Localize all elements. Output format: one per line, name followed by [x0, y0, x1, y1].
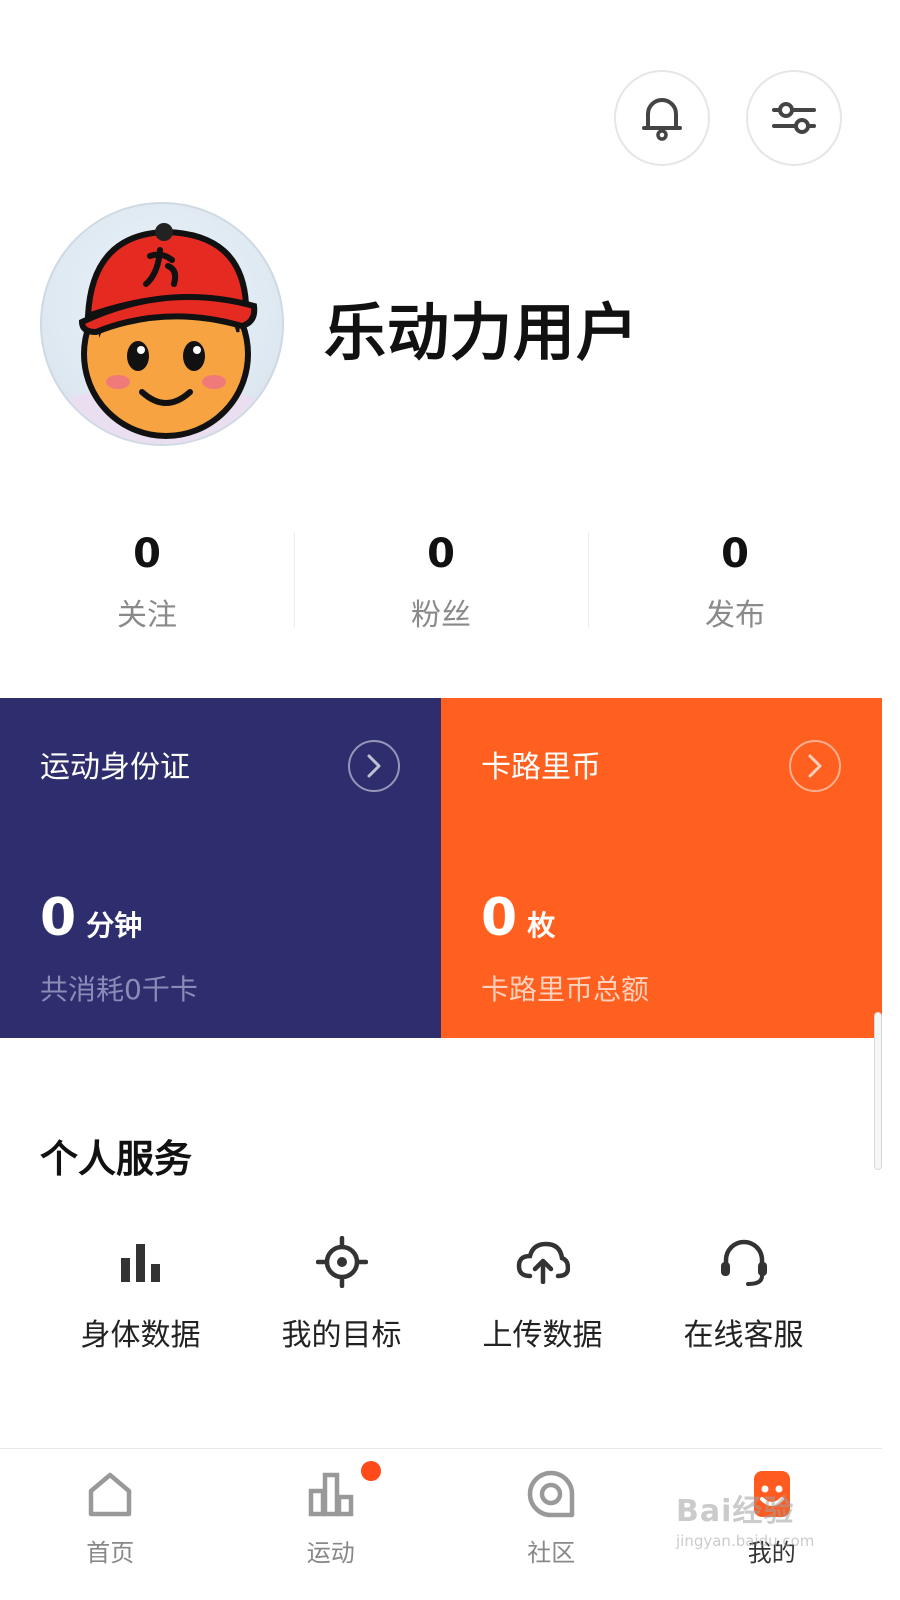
- stat-label: 粉丝: [411, 598, 471, 633]
- home-icon: [89, 1472, 132, 1517]
- nav-sport[interactable]: 运动: [221, 1449, 442, 1600]
- stat-label: 发布: [705, 598, 765, 633]
- headset-icon: [720, 1239, 767, 1286]
- card-value: 0: [40, 888, 77, 948]
- bar-chart-icon: [120, 1244, 160, 1282]
- card-value: 0: [481, 888, 518, 948]
- summary-cards: 运动身份证 0 分钟 共消耗0千卡 卡路里币 0 枚 卡路里币总额: [0, 698, 882, 1038]
- profile-page: 乐动力用户 0 关注 0 粉丝 0 发布 运动身份证 0 分钟 共消耗0千卡 卡…: [0, 0, 900, 1600]
- stat-value: 0: [133, 531, 161, 577]
- card-unit: 分钟: [86, 909, 143, 942]
- nav-profile[interactable]: 我的: [662, 1449, 883, 1600]
- service-label: 我的目标: [281, 1318, 402, 1353]
- service-online-support[interactable]: 在线客服: [643, 1232, 844, 1354]
- sport-chart-icon: [308, 1472, 353, 1517]
- stat-following[interactable]: 0 关注: [0, 528, 294, 634]
- card-subtitle: 共消耗0千卡: [40, 973, 198, 1006]
- stat-value: 0: [427, 531, 455, 577]
- target-icon: [315, 1236, 368, 1288]
- username[interactable]: 乐动力用户: [324, 282, 639, 372]
- stat-value: 0: [721, 531, 749, 577]
- service-label: 在线客服: [683, 1318, 804, 1353]
- nav-label: 首页: [86, 1539, 135, 1567]
- chevron-right-icon: [808, 754, 822, 778]
- sliders-icon: [772, 102, 816, 134]
- notifications-button[interactable]: [614, 70, 710, 166]
- bottom-nav: 首页 运动 社区 我的: [0, 1448, 882, 1600]
- cloud-upload-icon: [516, 1241, 570, 1284]
- nav-community[interactable]: 社区: [441, 1449, 662, 1600]
- services-title: 个人服务: [40, 1137, 193, 1181]
- card-value-row: 0 分钟: [40, 888, 142, 948]
- bell-icon: [642, 98, 682, 141]
- stat-label: 关注: [117, 598, 177, 633]
- stats-row: 0 关注 0 粉丝 0 发布: [0, 528, 882, 634]
- service-upload-data[interactable]: 上传数据: [442, 1232, 643, 1354]
- card-unit: 枚: [527, 909, 556, 942]
- stat-posts[interactable]: 0 发布: [588, 528, 882, 634]
- calorie-coin-arrow-button[interactable]: [789, 740, 841, 792]
- services-grid: 身体数据 我的目标 上传数据 在线客服: [40, 1232, 844, 1354]
- nav-home[interactable]: 首页: [0, 1449, 221, 1600]
- service-body-data[interactable]: 身体数据: [40, 1232, 241, 1354]
- card-title: 卡路里币: [481, 750, 601, 785]
- nav-label: 我的: [747, 1539, 796, 1567]
- sport-id-arrow-button[interactable]: [348, 740, 400, 792]
- scrollbar[interactable]: [874, 1012, 882, 1170]
- community-icon: [528, 1470, 575, 1518]
- chevron-right-icon: [367, 754, 381, 778]
- avatar[interactable]: [40, 202, 284, 446]
- nav-label: 运动: [306, 1539, 355, 1567]
- stat-followers[interactable]: 0 粉丝: [294, 528, 588, 634]
- calorie-coin-card[interactable]: 卡路里币 0 枚 卡路里币总额: [441, 698, 882, 1038]
- cartoon-avatar-icon: [42, 223, 282, 444]
- service-my-goal[interactable]: 我的目标: [241, 1232, 442, 1354]
- card-subtitle: 卡路里币总额: [481, 973, 650, 1006]
- notification-badge: [360, 1461, 381, 1481]
- card-value-row: 0 枚: [481, 888, 555, 948]
- settings-button[interactable]: [746, 70, 842, 166]
- service-label: 身体数据: [80, 1318, 201, 1353]
- sport-id-card[interactable]: 运动身份证 0 分钟 共消耗0千卡: [0, 698, 441, 1038]
- nav-label: 社区: [527, 1539, 576, 1567]
- profile-icon: [753, 1471, 790, 1517]
- card-title: 运动身份证: [40, 750, 190, 785]
- service-label: 上传数据: [482, 1318, 603, 1353]
